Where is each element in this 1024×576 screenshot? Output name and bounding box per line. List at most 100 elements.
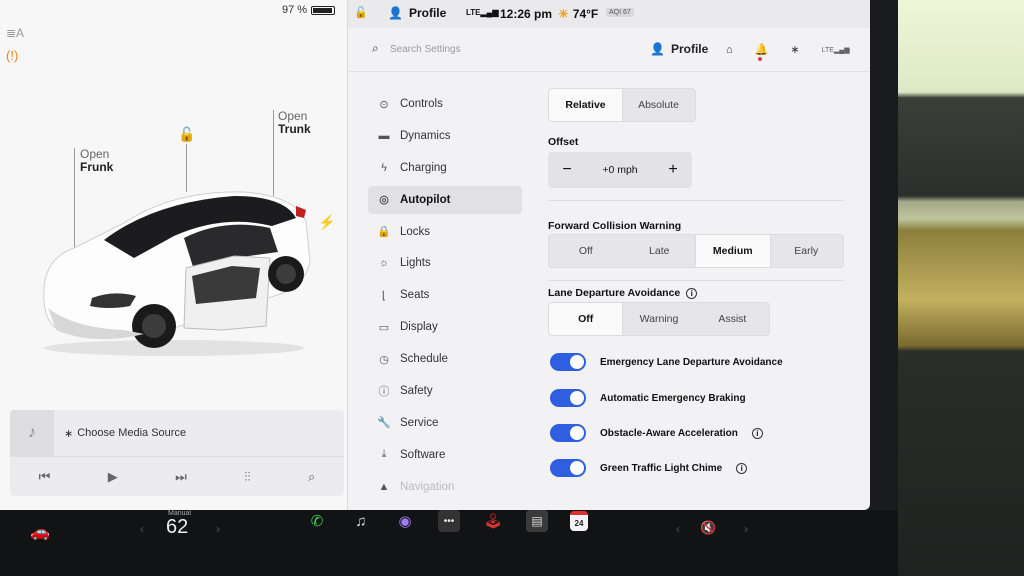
battery-indicator: 97 %: [282, 4, 336, 16]
open-trunk-button[interactable]: Open Trunk: [278, 110, 311, 136]
temp-up-chevron-icon[interactable]: ›: [216, 522, 220, 536]
nav-item-charging[interactable]: ϟ Charging: [368, 154, 522, 182]
section-divider: [548, 280, 844, 281]
settings-nav: ⊙ Controls ▬ Dynamics ϟ Charging ◎ Autopilot…: [368, 90, 522, 505]
navigation-icon: ▲: [378, 480, 390, 493]
steering-wheel-icon: ◎: [379, 194, 389, 207]
obstacle-aware-acceleration-toggle[interactable]: [550, 424, 586, 442]
outside-temperature: ☀ 74°F: [558, 7, 598, 21]
temp-down-chevron-icon[interactable]: ‹: [140, 522, 144, 536]
more-apps-icon[interactable]: •••: [438, 510, 460, 532]
cabin-temperature[interactable]: 62: [166, 516, 188, 539]
lda-option-off[interactable]: Off: [549, 303, 623, 335]
toggle-label: Green Traffic Light Chime: [600, 462, 723, 474]
search-icon: ⌕: [372, 41, 379, 55]
nav-item-autopilot[interactable]: ◎ Autopilot: [368, 185, 522, 214]
nav-item-lights[interactable]: ☼ Lights: [368, 249, 522, 277]
nav-label: Navigation: [400, 480, 455, 493]
nav-label: Service: [400, 416, 439, 429]
background-scenery: [898, 0, 1024, 576]
lda-option-warning[interactable]: Warning: [622, 303, 695, 335]
indicator-icons: ≣A (!): [6, 26, 24, 63]
nav-item-locks[interactable]: 🔒 Locks: [368, 218, 522, 246]
status-bar: 🔓 👤 Profile LTE▂▄▆ 12:26 pm ☀ 74°F AQI 6…: [348, 0, 870, 28]
status-profile[interactable]: 👤 Profile: [388, 6, 446, 20]
speed-mode-relative[interactable]: Relative: [549, 89, 622, 121]
notification-bell-icon[interactable]: 🔔: [755, 43, 768, 61]
play-icon[interactable]: ▶: [108, 469, 118, 485]
touchscreen: 97 % ≣A (!) Open Frunk Open Trunk 🔓 ⚡ ♪ …: [0, 0, 870, 510]
open-frunk-button[interactable]: Open Frunk: [80, 148, 113, 174]
home-icon[interactable]: ⌂: [726, 44, 733, 56]
unlock-icon[interactable]: 🔓: [178, 126, 195, 143]
nav-item-seats[interactable]: ⌊ Seats: [368, 281, 522, 309]
bluetooth-icon[interactable]: ∗: [790, 43, 799, 56]
fcw-option-late[interactable]: Late: [623, 235, 697, 267]
calendar-icon[interactable]: 24: [570, 511, 588, 531]
display-icon: ▭: [378, 321, 390, 334]
previous-track-icon[interactable]: ⏮: [39, 469, 51, 485]
toggle-label: Emergency Lane Departure Avoidance: [600, 356, 783, 368]
volume-up-chevron-icon[interactable]: ›: [744, 522, 748, 536]
phone-icon[interactable]: ✆: [306, 510, 328, 532]
next-track-icon[interactable]: ⏭: [175, 469, 187, 485]
nav-label: Locks: [400, 225, 431, 238]
status-signal-label: LTE: [466, 8, 481, 17]
arcade-joystick-icon[interactable]: 🕹: [482, 510, 504, 532]
volume-muted-icon[interactable]: 🔇: [700, 520, 716, 536]
nav-item-controls[interactable]: ⊙ Controls: [368, 90, 522, 118]
nav-label: Schedule: [400, 353, 448, 366]
automatic-emergency-braking-toggle[interactable]: [550, 389, 586, 407]
nav-item-dynamics[interactable]: ▬ Dynamics: [368, 122, 522, 150]
nav-item-safety[interactable]: ⓘ Safety: [368, 377, 522, 405]
status-unlock-icon[interactable]: 🔓: [354, 6, 368, 19]
choose-media-source-button[interactable]: ∗ Choose Media Source: [54, 427, 186, 440]
info-icon[interactable]: i: [686, 287, 698, 299]
music-icon[interactable]: ♫: [350, 510, 372, 532]
nav-label: Display: [400, 321, 438, 334]
nav-label: Seats: [400, 289, 430, 302]
volume-down-chevron-icon[interactable]: ‹: [676, 522, 680, 536]
nav-item-service[interactable]: 🔧 Service: [368, 409, 522, 437]
lda-option-assist[interactable]: Assist: [696, 303, 769, 335]
car-icon[interactable]: 🚗: [30, 522, 50, 542]
speed-mode-absolute[interactable]: Absolute: [622, 89, 695, 121]
nav-item-software[interactable]: ⤓ Software: [368, 441, 522, 469]
offset-increase-button[interactable]: +: [664, 161, 682, 179]
header-profile-button[interactable]: 👤 Profile: [650, 42, 708, 56]
bolt-icon: ϟ: [381, 161, 387, 174]
music-note-icon: ♪: [10, 410, 54, 456]
clock-icon: ◷: [379, 353, 389, 366]
lock-icon: 🔒: [377, 226, 391, 239]
equalizer-icon[interactable]: ⫶⫶: [244, 469, 251, 485]
fcw-selector: Off Late Medium Early: [548, 234, 844, 268]
search-input[interactable]: [390, 40, 590, 58]
info-icon[interactable]: i: [751, 427, 763, 439]
lda-selector: Off Warning Assist: [548, 302, 770, 336]
header-profile-label: Profile: [670, 42, 709, 56]
section-divider: [548, 200, 844, 201]
green-traffic-light-chime-toggle[interactable]: [550, 459, 586, 477]
media-source-label: Choose Media Source: [77, 427, 187, 439]
speed-limit-mode-selector: Relative Absolute: [548, 88, 696, 122]
notes-icon[interactable]: ▤: [526, 510, 548, 532]
nav-label: Safety: [400, 385, 433, 398]
car-icon: ▬: [378, 129, 390, 142]
trunk-label: Trunk: [278, 122, 311, 136]
nav-label: Controls: [400, 98, 443, 110]
tire-pressure-warning-icon: (!): [6, 48, 19, 63]
autopilot-settings: Relative Absolute Offset − +0 mph + Forw…: [548, 72, 858, 510]
fcw-option-off[interactable]: Off: [549, 235, 623, 267]
fcw-option-early[interactable]: Early: [770, 235, 844, 267]
info-icon[interactable]: i: [736, 462, 748, 474]
offset-decrease-button[interactable]: −: [558, 161, 576, 179]
battery-percent: 97 %: [282, 4, 308, 16]
nav-item-display[interactable]: ▭ Display: [368, 313, 522, 341]
nav-item-navigation[interactable]: ▲ Navigation: [368, 473, 522, 501]
emergency-lane-departure-toggle[interactable]: [550, 353, 586, 371]
fcw-option-medium[interactable]: Medium: [696, 235, 770, 267]
media-search-icon[interactable]: ⌕: [308, 469, 315, 485]
nav-item-schedule[interactable]: ◷ Schedule: [368, 345, 522, 373]
obstacle-aware-acceleration-row: Obstacle-Aware Acceleration i: [550, 423, 763, 443]
camera-icon[interactable]: ◉: [394, 510, 416, 532]
